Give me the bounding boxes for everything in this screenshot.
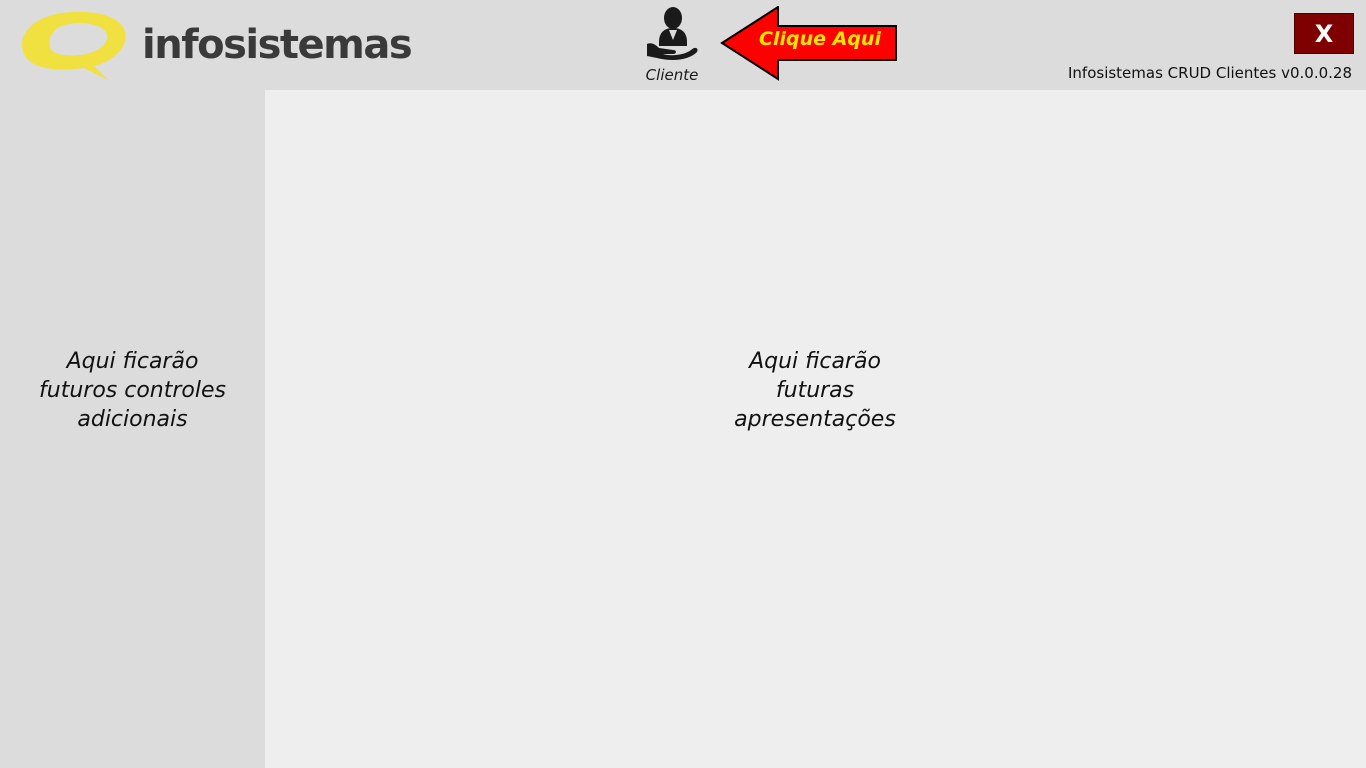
- close-button-label: X: [1314, 19, 1334, 48]
- callout-label: Clique Aqui: [759, 28, 881, 50]
- client-button-label: Cliente: [645, 66, 699, 84]
- app-window: infosistemas Cliente Clique Aqui X Infos…: [0, 0, 1366, 768]
- brand-logo: infosistemas: [14, 6, 414, 82]
- brand-name: infosistemas: [142, 22, 413, 68]
- main-content-area: Aqui ficarão futuras apresentações: [265, 90, 1366, 768]
- sidebar-placeholder-text: Aqui ficarão futuros controles adicionai…: [39, 349, 226, 432]
- infosistemas-logo-mark-icon: [22, 11, 126, 81]
- sidebar-panel: Aqui ficarão futuros controles adicionai…: [0, 90, 265, 768]
- client-hand-icon: [647, 7, 698, 60]
- client-button[interactable]: Cliente: [636, 6, 708, 86]
- version-label: Infosistemas CRUD Clientes v0.0.0.28: [1067, 64, 1352, 82]
- clique-aqui-callout: Clique Aqui: [720, 6, 900, 82]
- close-button[interactable]: X: [1294, 13, 1354, 54]
- main-placeholder-text: Aqui ficarão futuras apresentações: [734, 349, 896, 432]
- header-bar: infosistemas Cliente Clique Aqui X Infos…: [0, 0, 1366, 90]
